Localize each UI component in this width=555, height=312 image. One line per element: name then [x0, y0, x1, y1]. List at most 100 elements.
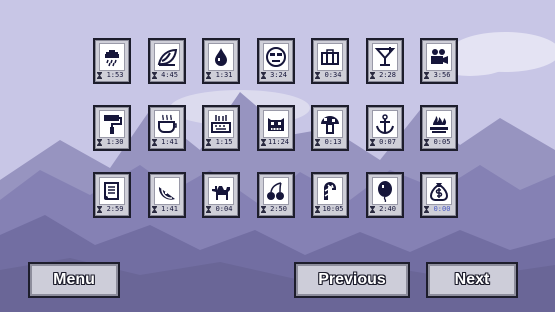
- level-icon-frame: [371, 43, 398, 71]
- menu-button[interactable]: Menu: [28, 262, 120, 298]
- best-time: 2:59: [106, 205, 124, 213]
- movie-camera-icon: [431, 49, 448, 64]
- time-row: 4:45: [151, 71, 182, 80]
- mushroom-icon: [321, 116, 339, 134]
- level-icon-frame: [153, 110, 180, 138]
- best-time: 3:56: [433, 71, 451, 79]
- time-row: 2:59: [97, 205, 127, 214]
- level-tile[interactable]: 1:15: [202, 105, 240, 151]
- level-tile[interactable]: 1:30: [93, 105, 131, 151]
- time-row: 0:00: [424, 205, 454, 214]
- level-tile[interactable]: 4:45: [147, 38, 186, 84]
- best-time: 0:05: [433, 138, 451, 146]
- hourglass-icon: [151, 139, 157, 146]
- hourglass-icon: [369, 139, 375, 146]
- candy-cane-icon: [324, 182, 336, 200]
- paint-roller-icon: [104, 115, 122, 134]
- time-row: 0:34: [315, 71, 345, 80]
- level-tile[interactable]: 1:41: [147, 105, 186, 151]
- best-time: 0:04: [215, 205, 233, 213]
- grumpy-face-icon: [265, 47, 286, 67]
- level-tile[interactable]: 0:34: [311, 38, 349, 84]
- level-icon-frame: [426, 110, 452, 138]
- previous-button[interactable]: Previous: [294, 262, 410, 298]
- best-time: 0:34: [324, 71, 342, 79]
- time-row: 1:15: [206, 138, 236, 147]
- level-tile[interactable]: 3:24: [256, 38, 295, 84]
- level-tile[interactable]: 1:31: [202, 38, 240, 84]
- time-row: 2:50: [260, 205, 291, 214]
- hourglass-icon: [206, 206, 211, 213]
- level-tile[interactable]: 1:53: [93, 38, 131, 84]
- hourglass-icon: [424, 206, 429, 213]
- level-icon-frame: [262, 110, 289, 138]
- best-time: 0:00: [433, 205, 451, 213]
- hourglass-icon: [315, 72, 320, 79]
- hourglass-icon: [206, 72, 211, 79]
- campfire-icon: [430, 116, 448, 133]
- hourglass-icon: [424, 72, 429, 79]
- time-row: 0:05: [424, 138, 454, 147]
- money-bag-icon: [429, 183, 449, 201]
- level-tile[interactable]: 2:28: [365, 38, 404, 84]
- level-icon-frame: [99, 177, 125, 205]
- level-tile[interactable]: 0:13: [311, 105, 349, 151]
- best-time: 2:50: [270, 205, 287, 213]
- rain-cloud-icon: [105, 50, 119, 67]
- next-button[interactable]: Next: [426, 262, 518, 298]
- time-row: 1:53: [97, 71, 127, 80]
- level-tile[interactable]: 2:50: [256, 172, 295, 218]
- coffee-cup-icon: [157, 114, 177, 133]
- level-tile[interactable]: 1:41: [147, 172, 186, 218]
- hourglass-icon: [97, 139, 102, 146]
- level-icon-frame: [208, 110, 234, 138]
- hourglass-icon: [97, 206, 102, 213]
- level-tile[interactable]: 0:05: [420, 105, 458, 151]
- best-time: 1:53: [106, 71, 124, 79]
- level-tile[interactable]: 0:04: [202, 172, 240, 218]
- melon-slice-icon: [158, 187, 175, 200]
- hourglass-icon: [424, 139, 429, 146]
- time-row: 1:41: [151, 138, 182, 147]
- hourglass-icon: [97, 72, 102, 79]
- level-icon-frame: [371, 177, 398, 205]
- best-time: 1:30: [106, 138, 124, 146]
- best-time: 10:05: [322, 205, 344, 213]
- briefcase-icon: [321, 49, 339, 65]
- time-row: 1:41: [151, 205, 182, 214]
- level-icon-frame: [371, 110, 398, 138]
- time-row: 1:31: [206, 71, 236, 80]
- best-time: 1:41: [161, 138, 178, 146]
- time-row: 10:05: [315, 205, 345, 214]
- hourglass-icon: [151, 206, 157, 213]
- best-time: 3:24: [270, 71, 287, 79]
- time-row: 0:04: [206, 205, 236, 214]
- anchor-icon: [375, 114, 394, 135]
- level-icon-frame: [317, 110, 343, 138]
- time-row: 0:13: [315, 138, 345, 147]
- camel-icon: [212, 186, 230, 200]
- level-tile[interactable]: 2:59: [93, 172, 131, 218]
- best-time: 1:15: [215, 138, 233, 146]
- level-icon-frame: [208, 43, 234, 71]
- keyboard-hands-icon: [211, 115, 231, 133]
- best-time: 1:31: [215, 71, 233, 79]
- level-icon-frame: [426, 43, 452, 71]
- level-tile[interactable]: 10:05: [311, 172, 349, 218]
- best-time: 1:41: [161, 205, 178, 213]
- cherries-icon: [266, 182, 284, 200]
- level-icon-frame: [208, 177, 234, 205]
- level-icon-frame: [153, 177, 180, 205]
- level-tile[interactable]: 0:00: [420, 172, 458, 218]
- hourglass-icon: [369, 206, 375, 213]
- level-tile[interactable]: 11:24: [256, 105, 295, 151]
- level-tile[interactable]: 2:40: [365, 172, 404, 218]
- monster-face-icon: [267, 118, 284, 131]
- water-drop-icon: [215, 48, 227, 66]
- level-tile[interactable]: 0:07: [365, 105, 404, 151]
- level-tile[interactable]: 3:56: [420, 38, 458, 84]
- balloon-icon: [377, 181, 392, 202]
- hourglass-icon: [260, 206, 266, 213]
- time-row: 3:24: [260, 71, 291, 80]
- level-icon-frame: [317, 43, 343, 71]
